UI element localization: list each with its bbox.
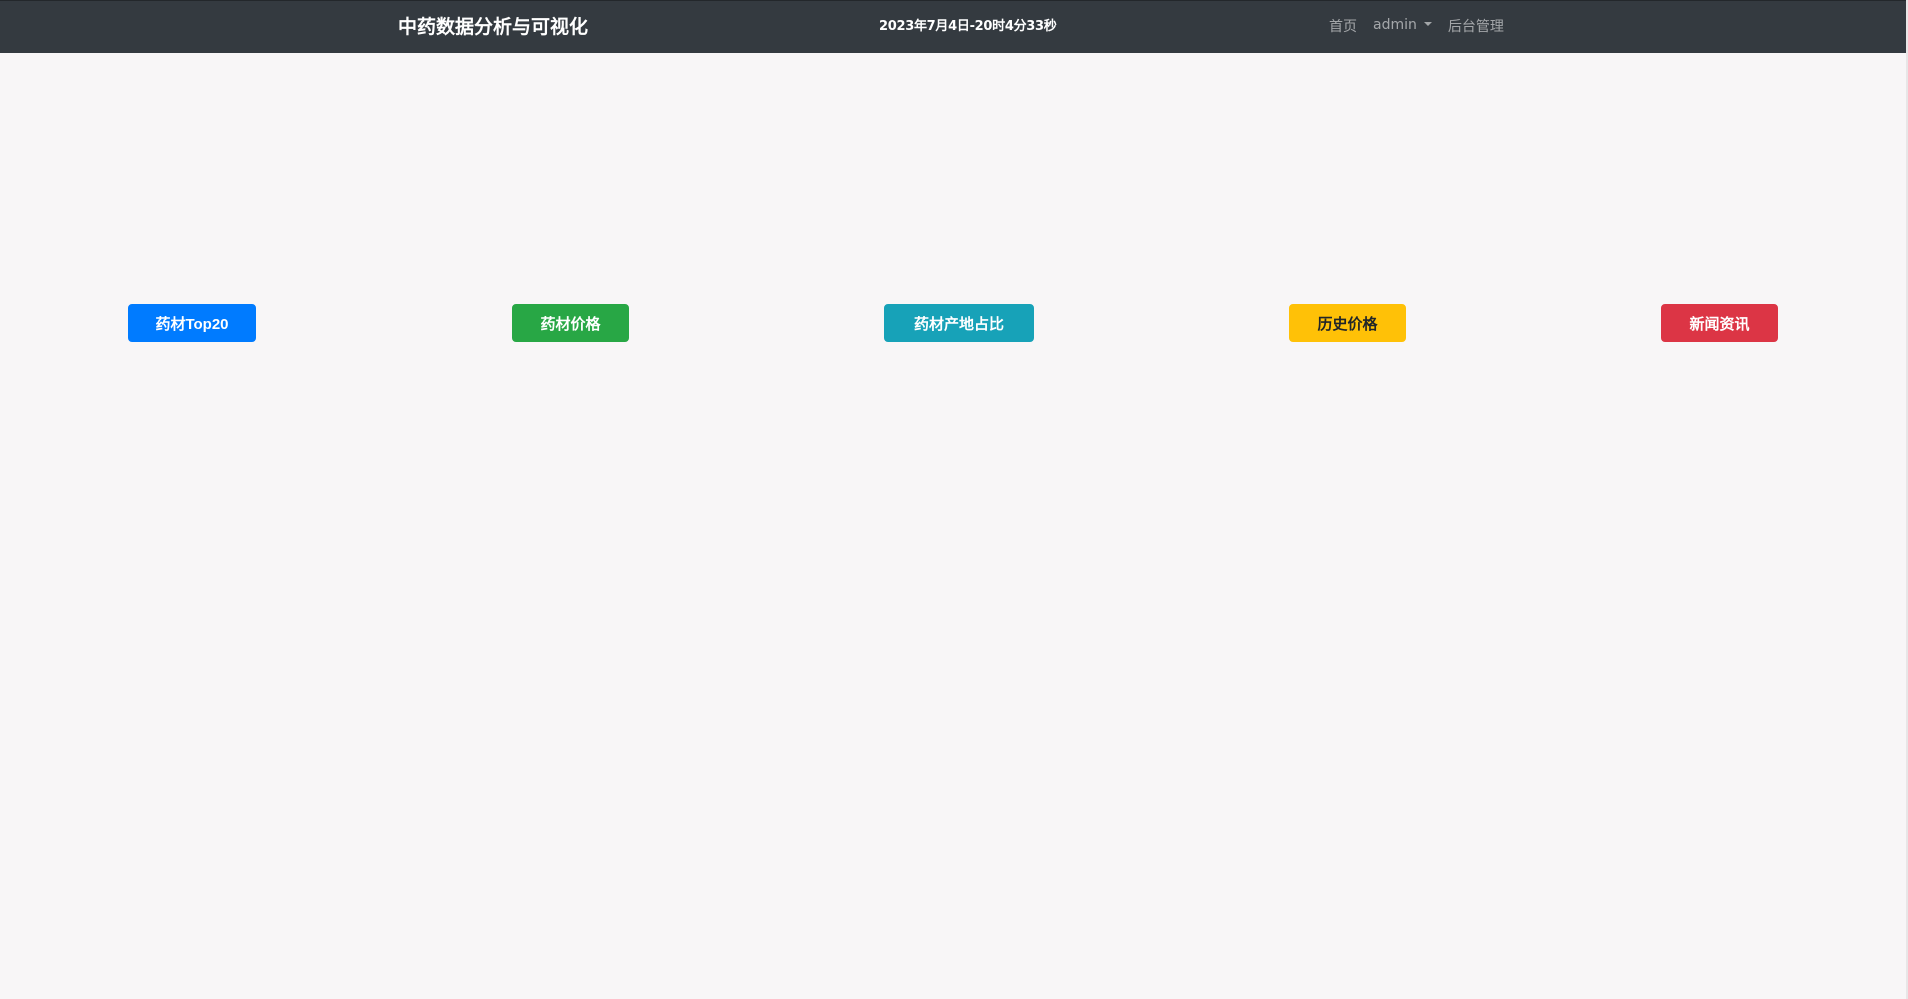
user-dropdown-toggle[interactable]: admin bbox=[1373, 14, 1432, 36]
herb-top20-button[interactable]: 药材Top20 bbox=[128, 304, 256, 342]
nav-home-link[interactable]: 首页 bbox=[1329, 16, 1357, 38]
history-price-button[interactable]: 历史价格 bbox=[1289, 304, 1406, 342]
nav-links: 首页 admin 后台管理 bbox=[1329, 16, 1504, 38]
news-button[interactable]: 新闻资讯 bbox=[1661, 304, 1778, 342]
herb-price-button[interactable]: 药材价格 bbox=[512, 304, 629, 342]
top-navbar: 中药数据分析与可视化 2023年7月4日-20时4分33秒 首页 admin 后… bbox=[0, 0, 1906, 53]
herb-origin-ratio-button[interactable]: 药材产地占比 bbox=[884, 304, 1034, 342]
brand-title[interactable]: 中药数据分析与可视化 bbox=[398, 13, 588, 41]
caret-down-icon bbox=[1423, 22, 1432, 26]
page-body bbox=[0, 0, 1906, 999]
user-name: admin bbox=[1373, 17, 1417, 33]
current-datetime: 2023年7月4日-20时4分33秒 bbox=[879, 19, 1057, 34]
nav-admin-link[interactable]: 后台管理 bbox=[1448, 16, 1504, 38]
